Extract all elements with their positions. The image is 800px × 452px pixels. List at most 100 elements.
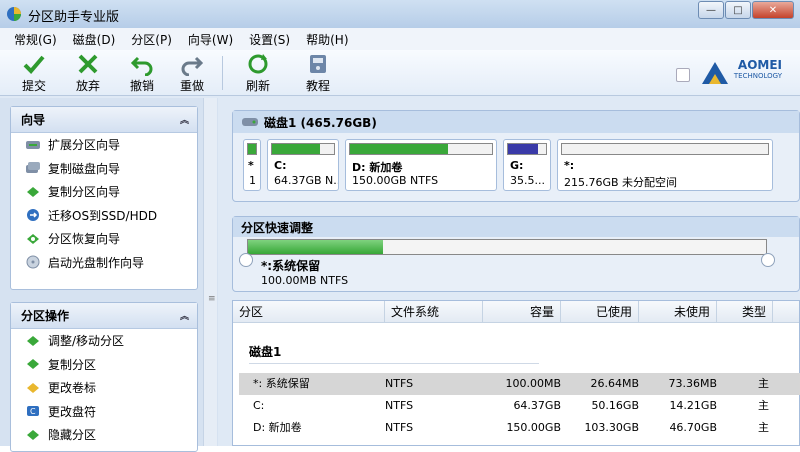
- op-change-label[interactable]: 更改卷标: [11, 376, 197, 400]
- undo-button[interactable]: 撤销: [122, 52, 162, 94]
- usage-bar: [507, 143, 547, 155]
- cell-type: 主: [758, 421, 769, 434]
- window-title: 分区助手专业版: [28, 10, 120, 25]
- usage-fill: [272, 144, 321, 154]
- menu-wizard[interactable]: 向导(W): [188, 31, 233, 48]
- collapse-icon[interactable]: ︽: [180, 309, 189, 322]
- menu-help[interactable]: 帮助(H): [306, 31, 348, 48]
- partition-info: 215.76GB 未分配空间: [564, 176, 678, 189]
- op-copy-partition[interactable]: 复制分区: [11, 353, 197, 377]
- left-resize-handle[interactable]: [239, 253, 253, 267]
- wizard-panel-header[interactable]: 向导 ︽: [11, 107, 197, 133]
- partition-info: 64.37GB N...: [274, 174, 339, 187]
- copy-disk-icon: [26, 162, 40, 174]
- table-header: 分区 文件系统 容量 已使用 未使用 类型: [233, 301, 799, 323]
- menu-partition[interactable]: 分区(P): [131, 31, 172, 48]
- wizard-bootable-media[interactable]: 启动光盘制作向导: [11, 251, 197, 275]
- logo-subtext: TECHNOLOGY: [733, 72, 782, 80]
- app-window: 分区助手专业版 — □ ✕ 常规(G) 磁盘(D) 分区(P) 向导(W) 设置…: [0, 0, 800, 452]
- migrate-icon: [27, 209, 39, 222]
- tutorial-button[interactable]: 教程: [298, 52, 338, 94]
- logo-text: AOMEI: [737, 58, 782, 72]
- discard-button[interactable]: 放弃: [68, 52, 108, 94]
- quick-adjust-title: 分区快速调整: [241, 220, 314, 235]
- disk-map: 磁盘1 (465.76GB) * 1 C: 64.37GB N... D: 新加…: [232, 110, 800, 202]
- tutorial-label: 教程: [305, 79, 330, 93]
- cell-free: 73.36MB: [668, 377, 717, 390]
- quick-adjust-bar[interactable]: [247, 239, 767, 255]
- cell-type: 主: [758, 377, 769, 390]
- op-change-letter[interactable]: C 更改盘符: [11, 400, 197, 424]
- cell-capacity: 150.00GB: [506, 421, 561, 434]
- right-resize-handle[interactable]: [761, 253, 775, 267]
- col-free[interactable]: 未使用: [639, 301, 717, 323]
- disk-title: 磁盘1 (465.76GB): [264, 115, 377, 130]
- col-capacity[interactable]: 容量: [483, 301, 561, 323]
- partition-label: *: [248, 159, 254, 172]
- cell-free: 14.21GB: [669, 399, 717, 412]
- ops-panel-header[interactable]: 分区操作 ︽: [11, 303, 197, 329]
- op-resize-move[interactable]: 调整/移动分区: [11, 329, 197, 353]
- partition-label: C:: [274, 159, 287, 172]
- commit-label: 提交: [21, 79, 46, 93]
- cross-icon: [78, 54, 98, 74]
- wizard-copy-disk[interactable]: 复制磁盘向导: [11, 157, 197, 181]
- splitter-grip-icon: ≡: [208, 294, 216, 304]
- disk-header: 磁盘1 (465.76GB): [233, 111, 799, 133]
- app-icon: [7, 7, 21, 21]
- cell-filesystem: NTFS: [385, 377, 414, 390]
- refresh-label: 刷新: [245, 79, 270, 93]
- partition-block[interactable]: D: 新加卷 150.00GB NTFS: [345, 139, 497, 191]
- wizard-partition-recovery[interactable]: 分区恢复向导: [11, 227, 197, 251]
- redo-arrow-icon: [181, 56, 204, 76]
- partition-ops-panel: 分区操作 ︽ 调整/移动分区 复制分区 更改卷标 C 更改盘符 隐藏分区: [10, 302, 198, 452]
- partition-block[interactable]: G: 35.5...: [503, 139, 551, 191]
- op-hide-partition[interactable]: 隐藏分区: [11, 423, 197, 447]
- logo-checkbox[interactable]: [676, 68, 690, 82]
- redo-label: 重做: [179, 79, 204, 93]
- toolbar-separator: [222, 56, 223, 90]
- discard-label: 放弃: [75, 79, 100, 93]
- cell-partition: *: 系统保留: [253, 377, 310, 390]
- group-divider: [249, 363, 539, 364]
- refresh-button[interactable]: 刷新: [238, 52, 278, 94]
- partition-info: 35.5...: [510, 174, 545, 187]
- commit-button[interactable]: 提交: [14, 52, 54, 94]
- col-partition[interactable]: 分区: [233, 301, 385, 323]
- redo-button[interactable]: 重做: [172, 52, 212, 94]
- usage-fill: [508, 144, 538, 154]
- col-filesystem[interactable]: 文件系统: [385, 301, 483, 323]
- menu-settings[interactable]: 设置(S): [249, 31, 290, 48]
- usage-bar: [247, 143, 257, 155]
- minimize-button[interactable]: —: [698, 1, 724, 19]
- quick-adjust-header: 分区快速调整: [233, 217, 799, 237]
- partition-block[interactable]: *: 215.76GB 未分配空间: [557, 139, 773, 191]
- wizard-migrate-os[interactable]: 迁移OS到SSD/HDD: [11, 204, 197, 228]
- cell-free: 46.70GB: [669, 421, 717, 434]
- table-row[interactable]: C: NTFS 64.37GB 50.16GB 14.21GB 主: [239, 395, 800, 417]
- cell-used: 50.16GB: [591, 399, 639, 412]
- collapse-icon[interactable]: ︽: [180, 113, 189, 126]
- col-used[interactable]: 已使用: [561, 301, 639, 323]
- partition-block[interactable]: C: 64.37GB N...: [267, 139, 339, 191]
- partition-label: G:: [510, 159, 524, 172]
- quick-adjust-fill: [248, 240, 383, 254]
- wizard-extend-partition[interactable]: 扩展分区向导: [11, 133, 197, 157]
- menu-general[interactable]: 常规(G): [14, 31, 57, 48]
- table-row[interactable]: D: 新加卷 NTFS 150.00GB 103.30GB 46.70GB 主: [239, 417, 800, 439]
- table-row[interactable]: *: 系统保留 NTFS 100.00MB 26.64MB 73.36MB 主: [239, 373, 800, 395]
- cell-filesystem: NTFS: [385, 421, 414, 434]
- partition-block[interactable]: * 1: [243, 139, 261, 191]
- menu-disk[interactable]: 磁盘(D): [73, 31, 116, 48]
- main-area: 磁盘1 (465.76GB) * 1 C: 64.37GB N... D: 新加…: [220, 98, 800, 446]
- maximize-button[interactable]: □: [725, 1, 751, 19]
- col-type[interactable]: 类型: [717, 301, 773, 323]
- undo-label: 撤销: [129, 79, 154, 93]
- usage-bar: [271, 143, 335, 155]
- copy-partition-icon: [27, 186, 39, 197]
- wizard-copy-partition[interactable]: 复制分区向导: [11, 180, 197, 204]
- pane-splitter[interactable]: ≡: [203, 98, 217, 446]
- close-button[interactable]: ✕: [752, 1, 794, 19]
- resize-icon: [27, 335, 39, 346]
- title-bar: 分区助手专业版 — □ ✕: [0, 0, 800, 28]
